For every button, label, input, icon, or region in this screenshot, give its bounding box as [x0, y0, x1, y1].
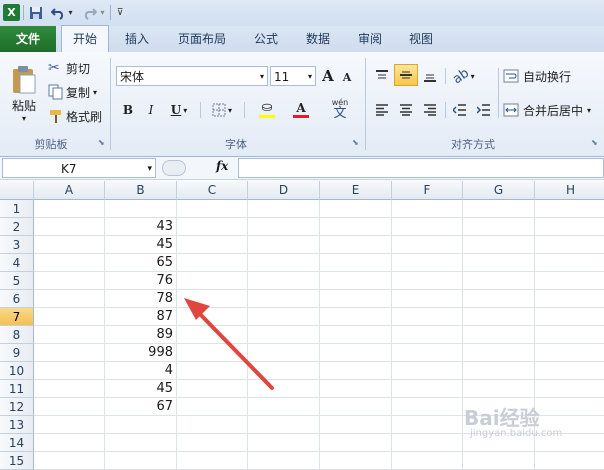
watermark: Bai经验: [464, 406, 540, 430]
watermark-url: jingyan.baidu.com: [470, 428, 563, 439]
arrow-shaft: [194, 308, 274, 390]
arrow-head: [184, 298, 210, 320]
annotation-arrow: [184, 298, 274, 390]
